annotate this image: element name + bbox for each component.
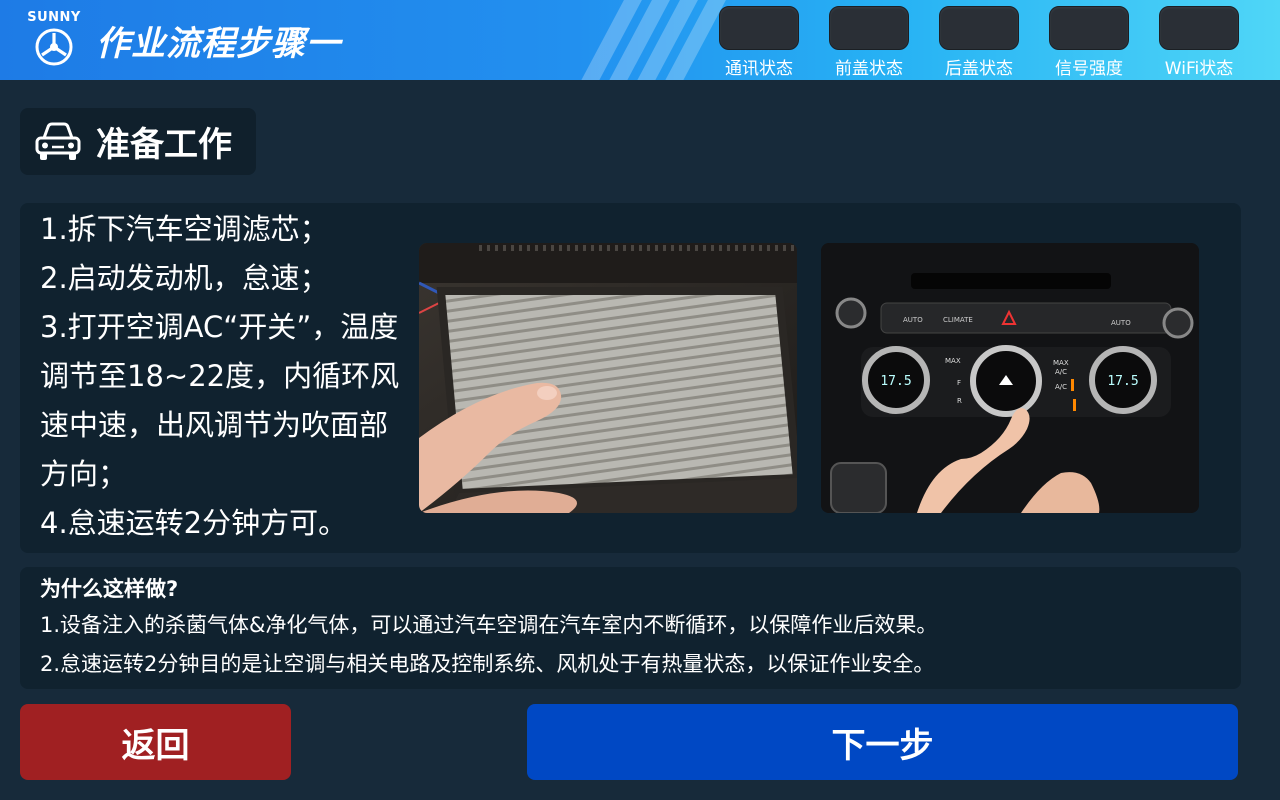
status-label: 后盖状态 bbox=[945, 59, 1013, 79]
status-wifi: WiFi状态 bbox=[1159, 6, 1239, 79]
air-filter-photo bbox=[419, 243, 797, 513]
ac-ac-label-1: A/C bbox=[1055, 368, 1067, 376]
car-icon bbox=[35, 122, 81, 160]
steering-wheel-icon bbox=[35, 28, 73, 66]
status-indicator bbox=[1159, 6, 1239, 50]
ac-control-illustration: AUTO CLIMATE AUTO 17.5 17.5 MAX MAX A/C … bbox=[821, 243, 1199, 513]
steps-list: 1.拆下汽车空调滤芯； 2.启动发动机，怠速； 3.打开空调AC“开关”，温度调… bbox=[40, 205, 410, 548]
status-indicator bbox=[1049, 6, 1129, 50]
why-title: 为什么这样做? bbox=[40, 577, 179, 601]
instructions-panel: 1.拆下汽车空调滤芯； 2.启动发动机，怠速； 3.打开空调AC“开关”，温度调… bbox=[20, 203, 1241, 553]
ac-max-label-right: MAX bbox=[1053, 359, 1069, 367]
ac-rear-label: R bbox=[957, 397, 962, 405]
why-panel: 为什么这样做? 1.设备注入的杀菌气体&净化气体，可以通过汽车空调在汽车室内不断… bbox=[20, 567, 1241, 689]
status-indicator bbox=[829, 6, 909, 50]
ac-control-photo: AUTO CLIMATE AUTO 17.5 17.5 MAX MAX A/C … bbox=[821, 243, 1199, 513]
next-step-button[interactable]: 下一步 bbox=[527, 704, 1238, 780]
back-button[interactable]: 返回 bbox=[20, 704, 291, 780]
brand-logo: SUNNY bbox=[22, 10, 86, 70]
status-front-cover: 前盖状态 bbox=[829, 6, 909, 79]
section-title: 准备工作 bbox=[20, 108, 256, 175]
status-indicator bbox=[719, 6, 799, 50]
step-item: 1.拆下汽车空调滤芯； bbox=[40, 212, 329, 246]
header-bar: SUNNY 作业流程步骤一 通讯状态 前盖状态 后盖状态 信号强度 WiFi状态 bbox=[0, 0, 1280, 80]
status-indicator bbox=[939, 6, 1019, 50]
ac-auto-label-right: AUTO bbox=[1111, 319, 1131, 327]
left-temp-display: 17.5 bbox=[880, 374, 911, 389]
step-item: 2.启动发动机，怠速； bbox=[40, 261, 329, 295]
status-communication: 通讯状态 bbox=[719, 6, 799, 79]
status-label: 通讯状态 bbox=[725, 59, 793, 79]
page-title: 作业流程步骤一 bbox=[96, 24, 341, 64]
why-line: 2.怠速运转2分钟目的是让空调与相关电路及控制系统、风机处于有热量状态，以保证作… bbox=[40, 652, 935, 676]
status-rear-cover: 后盖状态 bbox=[939, 6, 1019, 79]
ac-front-label: F bbox=[957, 379, 961, 387]
ac-max-label-left: MAX bbox=[945, 357, 961, 365]
ac-ac-label-2: A/C bbox=[1055, 383, 1067, 391]
right-temp-display: 17.5 bbox=[1107, 374, 1138, 389]
status-signal-strength: 信号强度 bbox=[1049, 6, 1129, 79]
status-label: WiFi状态 bbox=[1164, 59, 1234, 79]
section-title-text: 准备工作 bbox=[96, 125, 232, 165]
status-label: 信号强度 bbox=[1055, 59, 1123, 79]
air-filter-illustration bbox=[419, 243, 797, 513]
why-line: 1.设备注入的杀菌气体&净化气体，可以通过汽车空调在汽车室内不断循环，以保障作业… bbox=[40, 613, 938, 637]
step-item: 3.打开空调AC“开关”，温度调节至18~22度，内循环风速中速，出风调节为吹面… bbox=[40, 310, 400, 491]
ac-auto-label: AUTO bbox=[903, 316, 923, 324]
status-label: 前盖状态 bbox=[835, 59, 903, 79]
logo-text: SUNNY bbox=[27, 10, 81, 25]
step-item: 4.怠速运转2分钟方可。 bbox=[40, 506, 348, 540]
ac-climate-label: CLIMATE bbox=[943, 316, 973, 324]
